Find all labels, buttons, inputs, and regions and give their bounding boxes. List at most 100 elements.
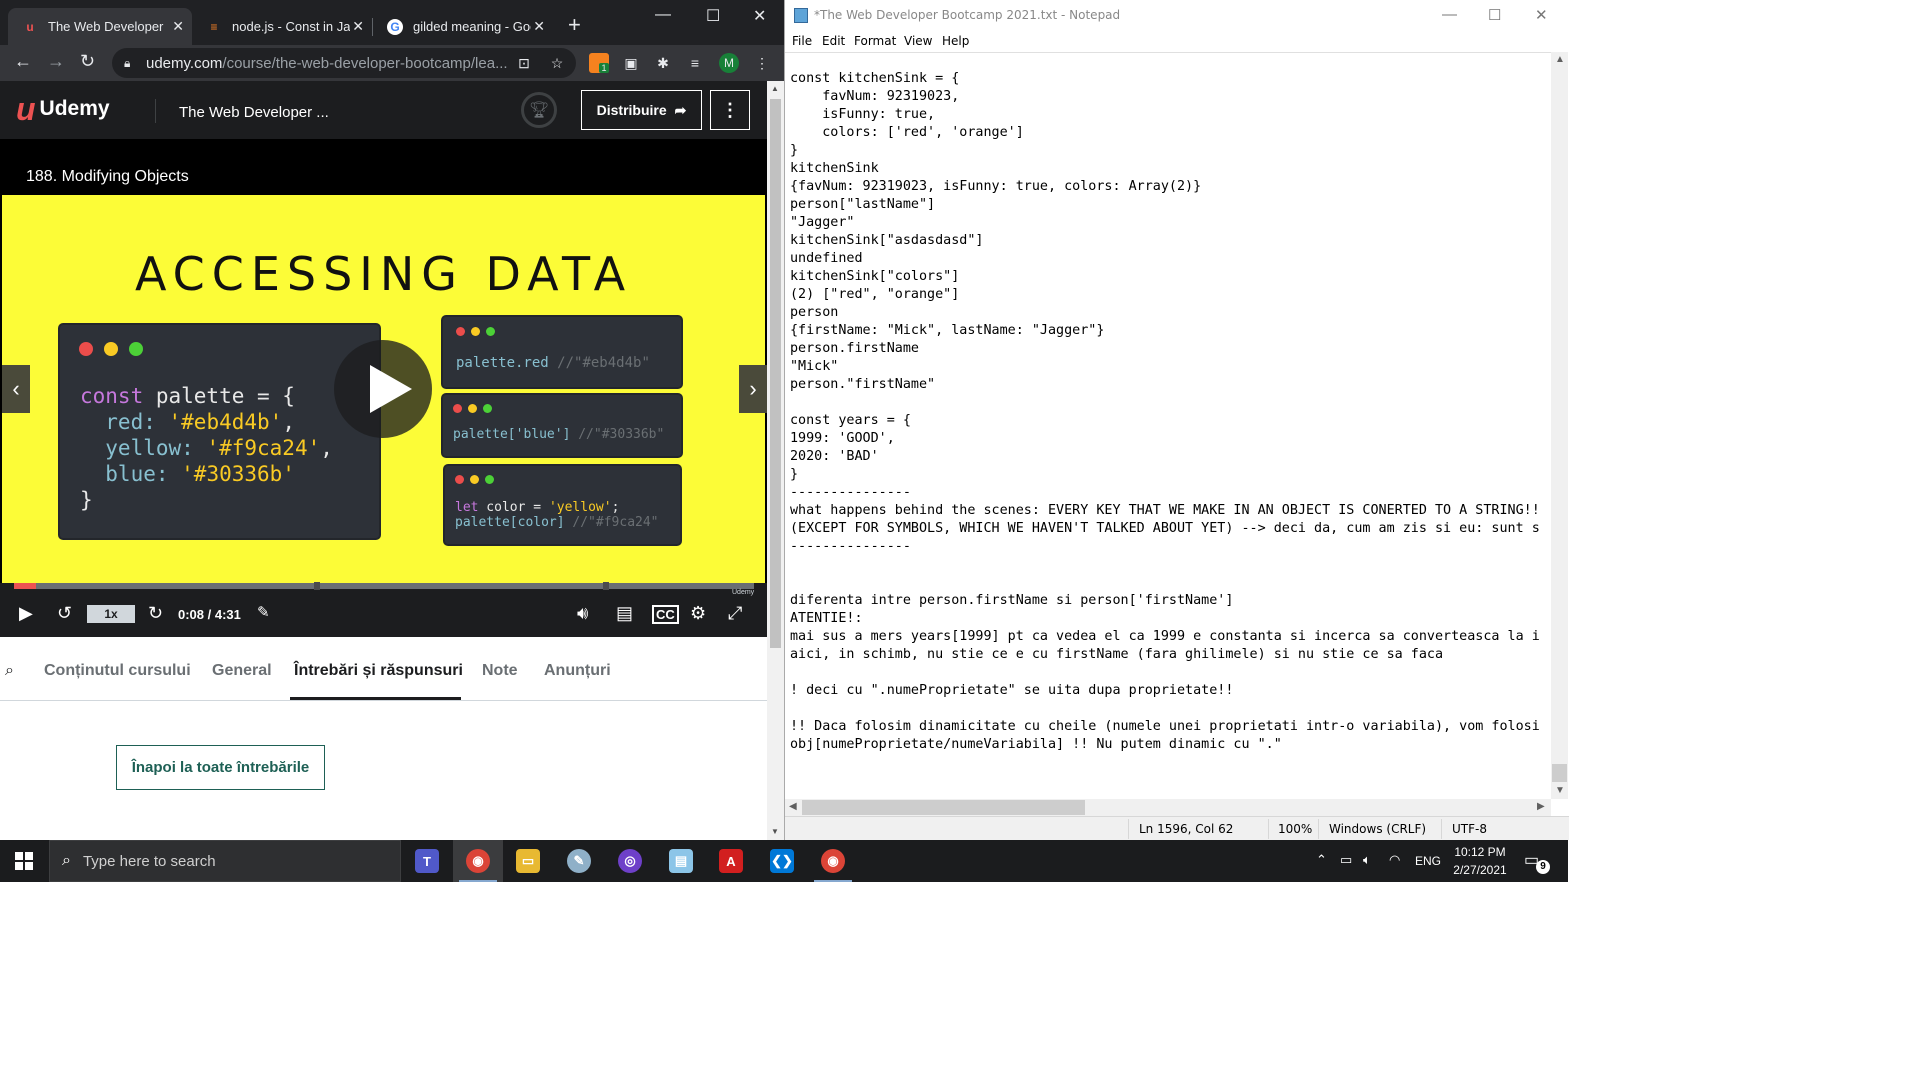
tab-course-content[interactable]: Conținutul cursului: [44, 662, 191, 680]
tab-strip: u The Web Developer B ✕ ≡ node.js - Cons…: [0, 0, 784, 45]
more-options-button[interactable]: ⋮: [710, 90, 750, 130]
new-tab-button[interactable]: +: [568, 14, 581, 36]
tab-notes[interactable]: Note: [482, 662, 518, 680]
volume-icon[interactable]: 🔊︎: [577, 603, 588, 624]
share-button[interactable]: Distribuire ➦: [581, 90, 702, 130]
udemy-header: u Udemy The Web Developer ... 🏆︎ Distrib…: [0, 81, 767, 139]
taskbar-github[interactable]: ◎: [605, 840, 655, 882]
menu-edit[interactable]: Edit: [822, 34, 845, 48]
tab-qa[interactable]: Întrebări și răspunsuri: [294, 662, 463, 680]
chrome-menu-icon[interactable]: ⋮: [752, 53, 772, 73]
horizontal-scrollbar[interactable]: ◀ ▶: [785, 799, 1551, 816]
taskbar-notepad[interactable]: ▤: [656, 840, 706, 882]
lock-icon: 🔒︎: [124, 56, 131, 70]
acrobat-icon: A: [719, 849, 743, 873]
close-window-icon[interactable]: ✕: [753, 6, 766, 26]
reload-icon[interactable]: ↻: [80, 51, 95, 72]
header-divider: [155, 99, 156, 123]
back-to-all-questions-button[interactable]: Înapoi la toate întrebările: [116, 745, 325, 790]
trophy-icon[interactable]: 🏆︎: [521, 92, 557, 128]
browser-toolbar: ← → ↻ 🔒︎ udemy.com /course/the-web-devel…: [0, 45, 784, 81]
zoom-level: 100%: [1278, 822, 1313, 836]
scroll-down-icon[interactable]: ▼: [1555, 785, 1565, 796]
notepad-text-area[interactable]: const kitchenSink = { favNum: 92319023, …: [785, 52, 1551, 799]
fullscreen-icon[interactable]: ⤢: [728, 603, 742, 624]
scrollbar-thumb[interactable]: [770, 99, 781, 648]
back-arrow-icon[interactable]: ←: [14, 51, 32, 72]
tab-overview[interactable]: General: [212, 662, 272, 680]
playback-rate-button[interactable]: 1x: [87, 605, 135, 623]
close-tab-icon[interactable]: ✕: [172, 18, 184, 35]
udemy-logo[interactable]: u Udemy: [16, 93, 110, 125]
transcript-icon[interactable]: ▤: [616, 603, 633, 624]
tab-announcements[interactable]: Anunțuri: [544, 662, 611, 680]
notification-center-icon[interactable]: ▭ 9: [1524, 850, 1550, 874]
search-icon[interactable]: ⌕: [5, 662, 14, 680]
scroll-up-icon[interactable]: ▲: [1555, 54, 1565, 65]
media-queue-icon[interactable]: ≡: [685, 53, 705, 73]
close-tab-icon[interactable]: ✕: [533, 18, 545, 35]
address-bar[interactable]: 🔒︎ udemy.com /course/the-web-developer-b…: [112, 48, 576, 78]
code-b: palette['blue'] //"#30336b": [453, 427, 665, 442]
tab-stackoverflow[interactable]: ≡ node.js - Const in Jav ✕: [192, 8, 372, 45]
time-display: 0:08 / 4:31: [178, 607, 241, 622]
forward-arrow-icon[interactable]: →: [47, 51, 65, 72]
taskbar-vscode[interactable]: ❮❯: [757, 840, 807, 882]
taskbar-search-box[interactable]: ⌕ Type here to search: [49, 840, 401, 882]
taskbar-clock[interactable]: 10:12 PM 2/27/2021: [1440, 843, 1520, 879]
extension-video-icon[interactable]: ▣: [621, 53, 641, 73]
scroll-down-icon[interactable]: ▼: [771, 827, 779, 836]
extension-orange-icon[interactable]: 1: [589, 53, 609, 73]
maximize-icon[interactable]: ☐: [706, 6, 720, 26]
wifi-icon[interactable]: ◠: [1389, 852, 1400, 868]
volume-icon[interactable]: 🔈︎: [1363, 852, 1371, 868]
maximize-icon[interactable]: ☐: [1488, 6, 1501, 24]
scrollbar-thumb[interactable]: [1552, 764, 1567, 782]
minimize-icon[interactable]: —: [655, 6, 671, 24]
taskbar-file-explorer[interactable]: ▭: [503, 840, 553, 882]
battery-icon[interactable]: ▭: [1340, 852, 1352, 868]
previous-lecture-button[interactable]: ‹: [2, 365, 30, 413]
chrome-window: u The Web Developer B ✕ ≡ node.js - Cons…: [0, 0, 784, 840]
menu-view[interactable]: View: [904, 34, 932, 48]
taskbar-paint[interactable]: ✎: [554, 840, 604, 882]
next-lecture-button[interactable]: ›: [739, 365, 767, 413]
extensions-puzzle-icon[interactable]: ✱: [653, 53, 673, 73]
add-note-icon[interactable]: ✎: [257, 603, 270, 621]
menu-help[interactable]: Help: [942, 34, 969, 48]
scroll-right-icon[interactable]: ▶: [1537, 801, 1545, 812]
tab-udemy[interactable]: u The Web Developer B ✕: [8, 8, 192, 45]
vertical-scrollbar[interactable]: ▲ ▼: [1551, 52, 1568, 799]
tab-google[interactable]: G gilded meaning - Goo ✕: [373, 8, 553, 45]
settings-gear-icon[interactable]: ⚙: [690, 603, 706, 624]
close-tab-icon[interactable]: ✕: [352, 18, 364, 35]
close-window-icon[interactable]: ✕: [1535, 6, 1548, 24]
play-button[interactable]: ▶: [19, 603, 33, 624]
menu-format[interactable]: Format: [854, 34, 896, 48]
code-main: const palette = { red: '#eb4d4b', yellow…: [80, 384, 333, 512]
scroll-up-icon[interactable]: ▲: [771, 84, 779, 93]
video-player[interactable]: ACCESSING DATA const palette = { red: '#…: [0, 195, 767, 583]
course-title[interactable]: The Web Developer ...: [179, 104, 329, 121]
rewind-icon[interactable]: ↺: [57, 603, 72, 624]
taskbar-acrobat[interactable]: A: [706, 840, 756, 882]
taskbar-chrome[interactable]: ◉: [453, 840, 503, 882]
show-hidden-icons[interactable]: ⌃: [1316, 852, 1327, 868]
progress-bar[interactable]: [14, 582, 754, 590]
captions-icon[interactable]: CC: [652, 605, 679, 624]
bookmark-star-icon[interactable]: ☆: [547, 53, 567, 73]
translate-icon[interactable]: ⊡: [514, 53, 534, 73]
language-indicator[interactable]: ENG: [1415, 854, 1441, 868]
taskbar-teams[interactable]: T: [402, 840, 452, 882]
active-tab-indicator: [290, 697, 461, 700]
menu-file[interactable]: File: [792, 34, 812, 48]
scrollbar-thumb[interactable]: [802, 800, 1085, 815]
page-scrollbar[interactable]: ▲ ▼: [767, 81, 784, 840]
windows-start-icon[interactable]: [15, 852, 33, 870]
minimize-icon[interactable]: —: [1442, 6, 1457, 23]
taskbar-chrome-2[interactable]: ◉: [808, 840, 858, 882]
url-path: /course/the-web-developer-bootcamp/lea..…: [222, 54, 508, 72]
forward-icon[interactable]: ↻: [148, 603, 163, 624]
profile-avatar[interactable]: M: [719, 53, 739, 73]
scroll-left-icon[interactable]: ◀: [789, 801, 797, 812]
